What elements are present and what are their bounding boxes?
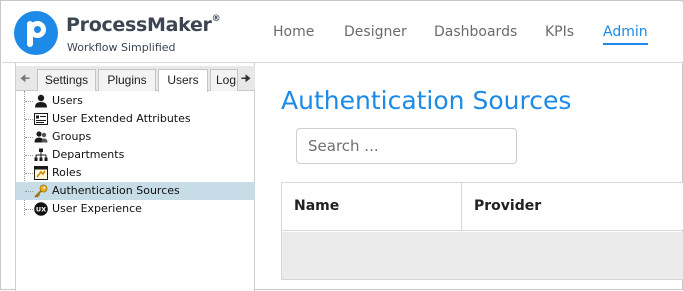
- tree-item-label: User Extended Attributes: [52, 112, 191, 125]
- nav-active-indicator: [603, 43, 648, 45]
- tree-item-user-experience[interactable]: UX User Experience: [16, 200, 255, 218]
- svg-text:UX: UX: [36, 206, 46, 214]
- key-icon: [34, 184, 48, 198]
- tree-item-users[interactable]: Users: [16, 92, 255, 110]
- tree-item-label: Departments: [52, 148, 125, 161]
- tab-users[interactable]: Users: [158, 69, 208, 92]
- authentication-sources-table: Name Provider: [281, 182, 683, 280]
- registered-mark: ®: [211, 13, 221, 24]
- admin-sidebar: 🠈 Settings Plugins Users Log 🠊 Users Use…: [15, 63, 255, 291]
- column-header-name[interactable]: Name: [294, 198, 339, 214]
- user-icon: [35, 94, 47, 108]
- nav-kpis[interactable]: KPIs: [545, 24, 574, 40]
- ux-icon: UX: [34, 202, 48, 216]
- table-header: Name Provider: [282, 183, 683, 231]
- brand-name: ProcessMaker®: [66, 13, 221, 36]
- roles-icon: [34, 166, 48, 180]
- tab-scroll-left-icon[interactable]: 🠈: [17, 69, 33, 89]
- search-input[interactable]: [308, 130, 508, 162]
- tree-item-roles[interactable]: Roles: [16, 164, 255, 182]
- app-window: ProcessMaker® Workflow Simplified Home D…: [0, 0, 683, 291]
- admin-tab-bar: 🠈 Settings Plugins Users Log 🠊: [16, 66, 255, 92]
- attributes-icon: [34, 113, 48, 125]
- tree-item-departments[interactable]: Departments: [16, 146, 255, 164]
- group-icon: [34, 131, 48, 143]
- tree-item-label: Users: [52, 94, 83, 107]
- departments-icon: [34, 148, 48, 161]
- brand-tagline: Workflow Simplified: [67, 41, 176, 54]
- nav-dashboards[interactable]: Dashboards: [434, 24, 517, 40]
- tab-settings[interactable]: Settings: [37, 69, 96, 91]
- page-title: Authentication Sources: [281, 86, 572, 115]
- top-header: ProcessMaker® Workflow Simplified Home D…: [2, 2, 683, 63]
- tree-item-label: User Experience: [52, 202, 142, 215]
- tree-item-groups[interactable]: Groups: [16, 128, 255, 146]
- nav-home[interactable]: Home: [273, 24, 314, 40]
- tab-scroll-right-icon[interactable]: 🠊: [238, 69, 254, 89]
- nav-admin[interactable]: Admin: [603, 24, 648, 40]
- table-body: [282, 232, 683, 279]
- tree-item-label: Groups: [52, 130, 92, 143]
- tab-plugins[interactable]: Plugins: [98, 69, 156, 91]
- tree-item-authentication-sources[interactable]: Authentication Sources: [16, 182, 255, 200]
- tree-item-user-extended-attributes[interactable]: User Extended Attributes: [16, 110, 255, 128]
- search-box: [296, 128, 517, 164]
- tree-item-label: Roles: [52, 166, 82, 179]
- column-header-provider[interactable]: Provider: [474, 198, 541, 214]
- nav-designer[interactable]: Designer: [344, 24, 407, 40]
- tab-logs[interactable]: Log: [210, 69, 238, 91]
- column-divider: [461, 183, 462, 231]
- tree-item-label: Authentication Sources: [52, 184, 180, 197]
- processmaker-logo-icon[interactable]: [14, 11, 58, 55]
